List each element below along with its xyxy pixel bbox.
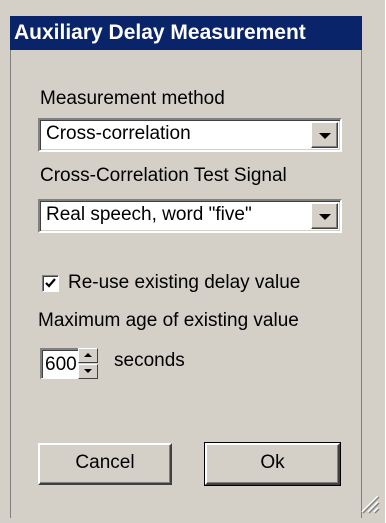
max-age-spinner bbox=[78, 348, 98, 379]
arrow-down-icon bbox=[84, 369, 92, 373]
measurement-method-value: Cross-correlation bbox=[46, 123, 191, 144]
cancel-button[interactable]: Cancel bbox=[38, 443, 172, 485]
chevron-down-icon bbox=[319, 133, 331, 139]
max-age-input[interactable]: 600 bbox=[40, 348, 78, 379]
dialog-title: Auxiliary Delay Measurement bbox=[10, 16, 362, 50]
chevron-down-icon bbox=[319, 214, 331, 220]
check-icon bbox=[45, 278, 56, 288]
ok-button[interactable]: Ok bbox=[204, 442, 341, 486]
test-signal-dropdown-button[interactable] bbox=[311, 203, 338, 229]
max-age-label: Maximum age of existing value bbox=[38, 310, 299, 331]
measurement-method-label: Measurement method bbox=[40, 88, 225, 109]
resize-grip-icon[interactable] bbox=[358, 492, 380, 514]
dialog-window: Auxiliary Delay Measurement Measurement … bbox=[0, 0, 386, 523]
spin-down-button[interactable] bbox=[78, 364, 98, 379]
measurement-method-select[interactable]: Cross-correlation bbox=[38, 118, 342, 152]
reuse-delay-label[interactable]: Re-use existing delay value bbox=[68, 272, 300, 294]
test-signal-value: Real speech, word "five" bbox=[46, 204, 252, 225]
test-signal-label: Cross-Correlation Test Signal bbox=[40, 165, 287, 186]
test-signal-select[interactable]: Real speech, word "five" bbox=[38, 199, 342, 233]
measurement-method-dropdown-button[interactable] bbox=[311, 122, 338, 148]
arrow-up-icon bbox=[84, 353, 92, 357]
spin-up-button[interactable] bbox=[78, 348, 98, 363]
max-age-unit: seconds bbox=[114, 350, 185, 371]
reuse-delay-checkbox[interactable] bbox=[42, 275, 59, 292]
